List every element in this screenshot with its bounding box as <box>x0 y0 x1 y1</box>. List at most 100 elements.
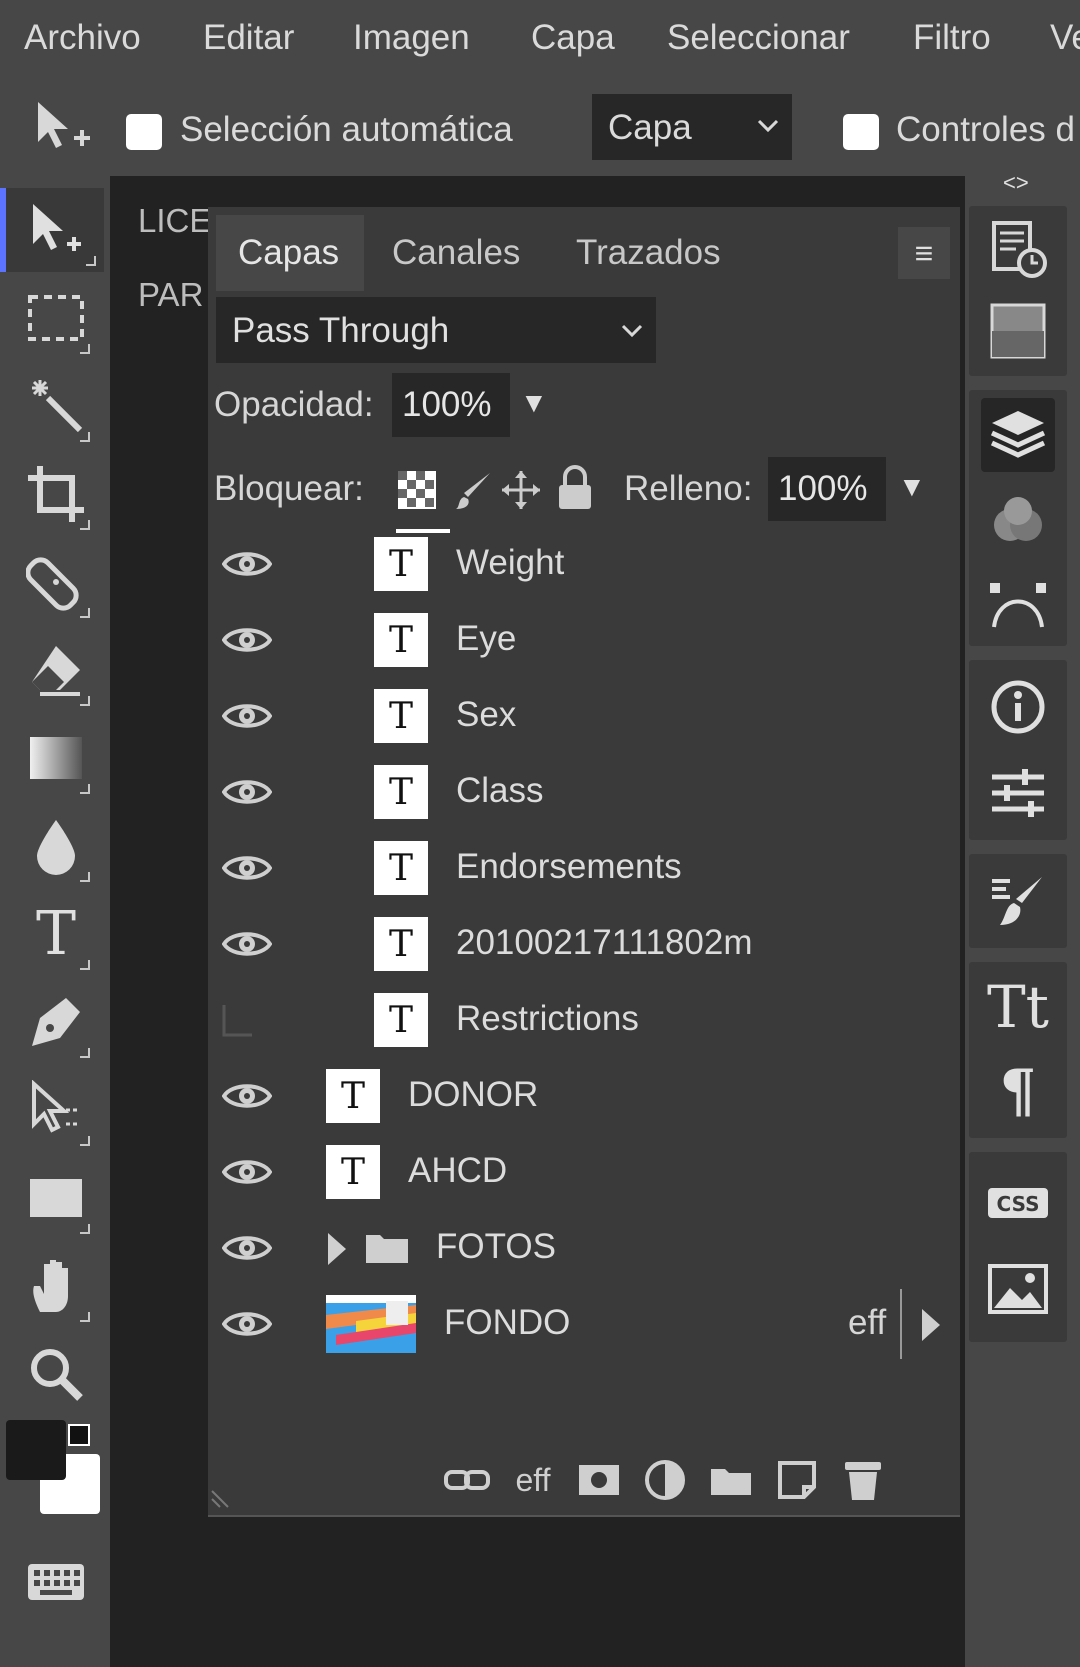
layer-row[interactable]: T Restrictions <box>208 981 960 1061</box>
keyboard-button[interactable] <box>14 1540 98 1624</box>
tab-trazados[interactable]: Trazados <box>576 215 721 291</box>
text-layer-thumbnail: T <box>374 993 428 1047</box>
path-select-tool[interactable] <box>14 1068 98 1152</box>
transform-controls-checkbox[interactable] <box>843 114 879 150</box>
eye-icon[interactable] <box>221 775 273 809</box>
opacity-dropdown-arrow[interactable]: ▼ <box>520 387 548 419</box>
text-layer-thumbnail: T <box>326 1069 380 1123</box>
move-tool[interactable] <box>0 188 104 272</box>
css-icon: CSS <box>988 1188 1048 1218</box>
layer-name: AHCD <box>408 1151 508 1190</box>
panel-group-6: CSS <box>969 1152 1067 1342</box>
layer-row[interactable]: FONDO eff <box>208 1285 960 1365</box>
menu-archivo[interactable]: Archivo <box>24 18 141 58</box>
properties-panel-button[interactable] <box>981 756 1055 830</box>
fill-dropdown-arrow[interactable]: ▼ <box>898 471 926 503</box>
eye-icon[interactable] <box>221 1307 273 1341</box>
auto-select-checkbox[interactable] <box>126 114 162 150</box>
new-group-button[interactable] <box>706 1457 756 1503</box>
eraser-tool[interactable] <box>14 628 98 712</box>
type-tool[interactable]: T <box>14 892 98 976</box>
zoom-tool[interactable] <box>14 1332 98 1416</box>
add-mask-button[interactable] <box>574 1457 624 1503</box>
expand-effects-icon[interactable] <box>920 1307 942 1348</box>
foreground-color-swatch[interactable] <box>6 1420 66 1480</box>
lock-all-icon[interactable] <box>556 465 594 516</box>
eye-icon[interactable] <box>221 1231 273 1265</box>
layer-row[interactable]: T AHCD <box>208 1133 960 1213</box>
healing-brush-tool[interactable] <box>14 540 98 624</box>
layer-row[interactable]: T Sex <box>208 677 960 757</box>
channels-panel-button[interactable] <box>981 482 1055 556</box>
lock-position-icon[interactable] <box>500 469 542 516</box>
resize-grip-icon[interactable] <box>208 1487 232 1511</box>
layer-row[interactable]: T 20100217111802m <box>208 905 960 985</box>
lock-transparency-icon[interactable] <box>396 469 438 516</box>
opacity-input[interactable]: 100% <box>392 373 510 437</box>
text-layer-thumbnail: T <box>326 1145 380 1199</box>
menu-capa[interactable]: Capa <box>531 18 615 58</box>
gradient-tool[interactable] <box>14 716 98 800</box>
layer-row[interactable]: T Eye <box>208 601 960 681</box>
eye-icon[interactable] <box>221 851 273 885</box>
color-swatches[interactable] <box>6 1420 102 1516</box>
pen-tool[interactable] <box>14 980 98 1064</box>
blur-tool[interactable] <box>14 804 98 888</box>
image-panel-button[interactable] <box>981 1252 1055 1326</box>
menu-editar[interactable]: Editar <box>203 18 294 58</box>
eye-icon[interactable] <box>221 1079 273 1113</box>
brush-panel-button[interactable] <box>981 864 1055 938</box>
delete-layer-button[interactable] <box>838 1457 888 1503</box>
eye-icon[interactable] <box>221 927 273 961</box>
magic-wand-tool[interactable] <box>14 364 98 448</box>
history-panel-button[interactable] <box>981 212 1055 286</box>
eye-icon[interactable] <box>221 1155 273 1189</box>
eye-icon[interactable] <box>221 623 273 657</box>
crop-tool[interactable] <box>14 452 98 536</box>
character-icon: Tt <box>987 973 1049 1041</box>
layer-row[interactable]: T Endorsements <box>208 829 960 909</box>
layer-effects-button[interactable]: eff <box>508 1457 558 1503</box>
css-panel-button[interactable]: CSS <box>981 1166 1055 1240</box>
fill-input[interactable]: 100% <box>768 457 886 521</box>
menu-imagen[interactable]: Imagen <box>353 18 470 58</box>
layer-row[interactable]: T Weight <box>208 525 960 605</box>
swap-colors-icon[interactable] <box>68 1424 90 1446</box>
layer-effects-indicator[interactable]: eff <box>848 1303 886 1343</box>
layer-row[interactable]: FOTOS <box>208 1209 960 1289</box>
keyboard-icon <box>28 1564 84 1600</box>
link-layers-button[interactable] <box>442 1457 492 1503</box>
eye-icon[interactable] <box>221 547 273 581</box>
swatches-panel-button[interactable] <box>981 294 1055 368</box>
layer-row[interactable]: T DONOR <box>208 1057 960 1137</box>
collapse-panels-button[interactable]: <> <box>1003 170 1029 196</box>
shape-tool[interactable] <box>14 1156 98 1240</box>
layers-panel-button[interactable] <box>981 398 1055 472</box>
layer-row[interactable]: T Class <box>208 753 960 833</box>
layers-panel: Capas Canales Trazados ≡ Pass Through Op… <box>208 207 960 1517</box>
lock-pixels-icon[interactable] <box>454 469 494 516</box>
history-icon <box>992 221 1047 278</box>
visibility-toggle-off[interactable] <box>222 1003 272 1037</box>
marquee-tool[interactable] <box>14 276 98 360</box>
info-panel-button[interactable] <box>981 670 1055 744</box>
text-layer-thumbnail: T <box>374 613 428 667</box>
eye-icon[interactable] <box>221 699 273 733</box>
text-layer-thumbnail: T <box>374 765 428 819</box>
text-layer-thumbnail: T <box>374 689 428 743</box>
new-layer-button[interactable] <box>772 1457 822 1503</box>
expand-group-icon[interactable] <box>326 1231 348 1272</box>
tab-canales[interactable]: Canales <box>392 215 520 291</box>
menu-filtro[interactable]: Filtro <box>913 18 991 58</box>
hand-tool[interactable] <box>14 1244 98 1328</box>
paragraph-panel-button[interactable]: ¶ <box>981 1054 1055 1128</box>
menu-seleccionar[interactable]: Seleccionar <box>667 18 850 58</box>
adjustment-layer-button[interactable] <box>640 1457 690 1503</box>
paths-panel-button[interactable] <box>981 566 1055 640</box>
menu-ver[interactable]: Ve <box>1050 18 1080 58</box>
auto-select-target-dropdown[interactable]: Capa <box>592 94 792 160</box>
blend-mode-dropdown[interactable]: Pass Through <box>216 297 656 363</box>
character-panel-button[interactable]: Tt <box>981 970 1055 1044</box>
tab-capas[interactable]: Capas <box>216 215 364 291</box>
panel-menu-button[interactable]: ≡ <box>898 227 950 279</box>
